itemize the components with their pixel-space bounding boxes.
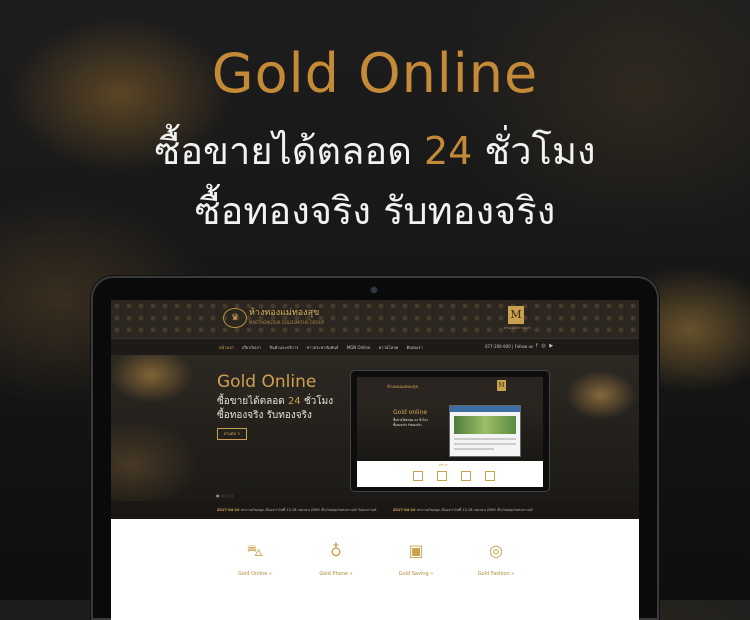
preview-text-row	[454, 438, 516, 440]
headline-title: Gold Online	[211, 42, 539, 105]
badge-caption: พร้อมให้บริการลูกค้า	[504, 326, 531, 330]
nav-item-contact[interactable]: ติดต่อเรา	[407, 345, 423, 350]
monitor-badge: M	[497, 380, 506, 391]
hero-line-1-suffix: ชั่วโมง	[300, 396, 334, 407]
headline-line-1: ซื้อขายได้ตลอด 24 ชั่วโมง	[0, 126, 750, 176]
service-label: Gold Online »	[238, 571, 272, 577]
hero-line-1: ซื้อขายได้ตลอด 24 ชั่วโมง	[217, 395, 333, 408]
site-logo-text[interactable]: ห้างทองแม่ทองสุข	[249, 308, 319, 318]
hero-line-2: ซื้อทองจริง รับทองจริง	[217, 410, 312, 421]
monitor-mockup: ห้างทองแม่ทองสุข M Gold online ซื้อขายได…	[351, 371, 549, 491]
preview-image	[454, 416, 516, 434]
site-header: ♛ ห้างทองแม่ทองสุข MAETHONGSUK GOLDSMITH…	[111, 300, 639, 338]
nav-item-products[interactable]: สินค้าและบริการ	[269, 345, 298, 350]
service-label: Gold Fashion »	[477, 571, 515, 577]
slider-dots[interactable]: ●○○○	[216, 493, 234, 498]
preview-topbar	[450, 406, 520, 412]
hero-banner: Gold Online ซื้อขายได้ตลอด 24 ชั่วโมง ซื…	[111, 355, 639, 501]
monitor-website-preview	[449, 405, 521, 457]
monitor-service-icon	[413, 471, 423, 481]
service-gold-saving[interactable]: ▣ Gold Saving »	[396, 541, 436, 577]
headline-hours-number: 24	[423, 129, 473, 173]
service-gold-fashion[interactable]: ◎ Gold Fashion »	[476, 541, 516, 577]
ticker-text: ประกาศวันหยุด เนื่องจากวันที่ 13-16 เมษา…	[416, 508, 533, 512]
read-more-button[interactable]: อ่านต่อ >	[217, 428, 247, 440]
safe-icon: ▣	[408, 541, 424, 560]
headline-line-1-suffix: ชั่วโมง	[472, 129, 596, 173]
nav-item-download[interactable]: ดาวน์โหลด	[379, 345, 399, 350]
headline-line-2: ซื้อทองจริง รับทองจริง	[194, 189, 556, 233]
shopping-bag-icon: ⛍	[246, 541, 264, 560]
crest-icon[interactable]: ♛	[223, 308, 247, 328]
person-icon: ♁	[330, 541, 342, 560]
monitor-service-icon	[437, 471, 447, 481]
site-logo-subtitle: MAETHONGSUK GOLDSMITHS GROUP	[249, 320, 325, 325]
laptop-frame: ♛ ห้างทองแม่ทองสุข MAETHONGSUK GOLDSMITH…	[93, 278, 657, 620]
service-label: Gold Phone »	[319, 571, 353, 577]
monitor-hero: Gold online ซื้อขายได้ตลอด 24 ชั่วโมง ซื…	[357, 399, 543, 461]
ticker-date: 2017-04-10	[217, 508, 240, 512]
hero-line-1-prefix: ซื้อขายได้ตลอด	[217, 396, 288, 407]
ring-icon: ◎	[489, 541, 503, 560]
camera-icon	[371, 287, 377, 293]
monitor-logo: ห้างทองแม่ทองสุข	[387, 384, 419, 389]
site-navbar: หน้าแรก เกี่ยวกับเรา สินค้าและบริการ ข่า…	[111, 338, 639, 356]
hero-title: Gold Online	[217, 372, 317, 392]
nav-item-home[interactable]: หน้าแรก	[219, 345, 234, 350]
service-label: Gold Saving »	[398, 571, 434, 577]
monitor-hero-line-2: ซื้อทองจริง รับทองจริง	[393, 423, 422, 427]
service-gold-online[interactable]: ⛍ Gold Online »	[235, 541, 275, 577]
monitor-service-icon	[461, 471, 471, 481]
service-gold-phone[interactable]: ♁ Gold Phone »	[316, 541, 356, 577]
m-badge-icon[interactable]: M	[508, 306, 524, 324]
monitor-services: บริการ	[357, 461, 543, 487]
nav-item-news[interactable]: ข่าวประชาสัมพันธ์	[307, 345, 339, 350]
monitor-services-label: บริการ	[439, 463, 448, 467]
nav-menu: หน้าแรก เกี่ยวกับเรา สินค้าและบริการ ข่า…	[219, 344, 430, 351]
monitor-header: ห้างทองแม่ทองสุข M	[357, 377, 543, 399]
preview-text-row	[454, 443, 516, 445]
nav-item-about[interactable]: เกี่ยวกับเรา	[242, 345, 261, 350]
contact-phone[interactable]: 077-206-900 | Follow us	[485, 344, 533, 349]
services-section: ⛍ Gold Online » ♁ Gold Phone » ▣ Gold Sa…	[111, 519, 639, 620]
preview-text-row	[454, 448, 494, 450]
nav-item-mgn-online[interactable]: MGN Online	[347, 345, 371, 350]
social-icons[interactable]: f ◎ ▶	[536, 343, 554, 349]
ticker-item-1[interactable]: 2017-04-10 ประกาศวันหยุด เนื่องจากวันที่…	[217, 507, 376, 513]
monitor-screen: ห้างทองแม่ทองสุข M Gold online ซื้อขายได…	[357, 377, 543, 487]
ticker-text: ประกาศวันหยุด เนื่องจากวันที่ 13-16 เมษา…	[240, 508, 377, 512]
headline-line-1-prefix: ซื้อขายได้ตลอด	[154, 129, 424, 173]
ticker-date: 2017-04-10	[393, 508, 416, 512]
ticker-item-2[interactable]: 2017-04-10 ประกาศวันหยุด เนื่องจากวันที่…	[393, 507, 532, 513]
monitor-service-icon	[485, 471, 495, 481]
news-ticker: 2017-04-10 ประกาศวันหยุด เนื่องจากวันที่…	[111, 501, 639, 519]
laptop-screen: ♛ ห้างทองแม่ทองสุข MAETHONGSUK GOLDSMITH…	[111, 300, 639, 620]
monitor-hero-title: Gold online	[393, 409, 428, 416]
hero-hours-number: 24	[287, 396, 301, 407]
